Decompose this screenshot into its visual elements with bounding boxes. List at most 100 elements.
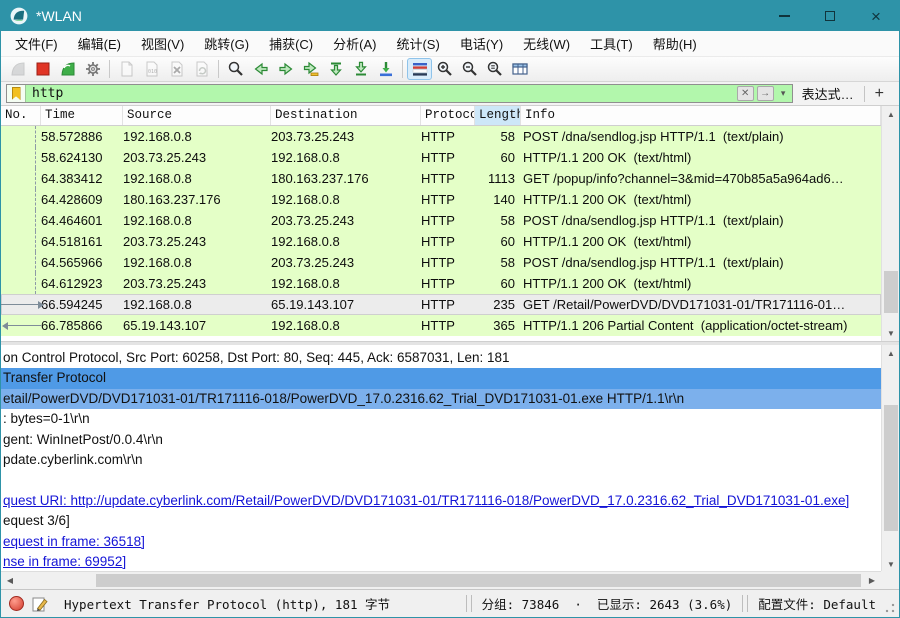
open-file-icon[interactable] — [114, 58, 139, 80]
detail-hscrollbar[interactable]: ◀ ▶ — [1, 571, 881, 589]
go-back-icon[interactable] — [248, 58, 273, 80]
detail-line-1[interactable]: on Control Protocol, Src Port: 60258, Ds… — [1, 348, 881, 368]
filter-clear-icon[interactable]: ✕ — [736, 86, 754, 101]
filter-value[interactable]: http — [32, 86, 737, 101]
close-button[interactable]: × — [853, 1, 899, 31]
packet-row-8[interactable]: 64.612923 203.73.25.243 192.168.0.8 HTTP… — [1, 273, 881, 294]
scrollbar-thumb[interactable] — [884, 271, 898, 313]
packet-list-header: No. Time Source Destination Protocol Len… — [1, 106, 881, 126]
stop-capture-icon[interactable] — [30, 58, 55, 80]
scroll-right-icon[interactable]: ▶ — [863, 572, 881, 589]
col-source[interactable]: Source — [123, 106, 271, 125]
detail-line-2[interactable]: Transfer Protocol — [1, 368, 881, 389]
display-filter-input[interactable]: http ✕ → ▾ — [6, 84, 793, 103]
expression-button[interactable]: 表达式… — [802, 84, 854, 103]
filter-apply-icon[interactable]: → — [756, 86, 774, 101]
packet-row-2[interactable]: 58.624130 203.73.25.243 192.168.0.8 HTTP… — [1, 147, 881, 168]
restart-capture-icon[interactable] — [55, 58, 80, 80]
go-forward-icon[interactable] — [273, 58, 298, 80]
main-toolbar: 010 — [1, 57, 899, 82]
col-length[interactable]: Length — [475, 106, 521, 125]
title-bar: *WLAN × — [1, 1, 899, 31]
go-to-packet-icon[interactable] — [298, 58, 323, 80]
menu-item-11[interactable]: 帮助(H) — [643, 30, 707, 57]
save-file-icon[interactable]: 010 — [139, 58, 164, 80]
detail-scrollbar[interactable]: ▲ ▼ — [881, 345, 899, 573]
scroll-up-icon[interactable]: ▲ — [882, 106, 899, 123]
menu-item-9[interactable]: 无线(W) — [513, 30, 580, 57]
reload-file-icon[interactable] — [189, 58, 214, 80]
detail-link-line-10[interactable]: equest in frame: 36518] — [1, 532, 881, 552]
scrollbar-corner — [881, 571, 899, 589]
row-marker — [1, 252, 41, 273]
zoom-reset-icon[interactable] — [482, 58, 507, 80]
detail-line-7[interactable] — [1, 470, 881, 490]
packet-list-scrollbar[interactable]: ▲ ▼ — [881, 106, 899, 342]
packet-row-10[interactable]: 66.785866 65.19.143.107 192.168.0.8 HTTP… — [1, 315, 881, 336]
detail-line-9[interactable]: equest 3/6] — [1, 511, 881, 531]
detail-line-5[interactable]: gent: WinInetPost/0.0.4\r\n — [1, 430, 881, 450]
detail-line-3[interactable]: etail/PowerDVD/DVD171031-01/TR171116-018… — [1, 388, 881, 410]
detail-line-6[interactable]: pdate.cyberlink.com\r\n — [1, 450, 881, 470]
row-marker — [1, 231, 41, 252]
packet-row-5[interactable]: 64.464601 192.168.0.8 203.73.25.243 HTTP… — [1, 210, 881, 231]
auto-scroll-icon[interactable] — [373, 58, 398, 80]
scroll-left-icon[interactable]: ◀ — [1, 572, 19, 589]
col-destination[interactable]: Destination — [271, 106, 421, 125]
packet-row-7[interactable]: 64.565966 192.168.0.8 203.73.25.243 HTTP… — [1, 252, 881, 273]
menu-item-5[interactable]: 捕获(C) — [259, 30, 323, 57]
wireshark-logo-icon — [10, 7, 28, 25]
scroll-up-icon[interactable]: ▲ — [882, 345, 899, 362]
scroll-down-icon[interactable]: ▼ — [882, 325, 899, 342]
detail-link-line-11[interactable]: nse in frame: 69952] — [1, 552, 881, 572]
row-marker — [1, 147, 41, 168]
menu-item-3[interactable]: 视图(V) — [131, 30, 194, 57]
row-marker — [1, 126, 41, 147]
expert-info-icon[interactable] — [9, 596, 24, 611]
start-capture-icon[interactable] — [5, 58, 30, 80]
scrollbar-thumb[interactable] — [884, 405, 898, 531]
packet-row-3[interactable]: 64.383412 192.168.0.8 180.163.237.176 HT… — [1, 168, 881, 189]
col-no[interactable]: No. — [1, 106, 41, 125]
row-marker — [1, 294, 44, 315]
packet-row-1[interactable]: 58.572886 192.168.0.8 203.73.25.243 HTTP… — [1, 126, 881, 147]
close-file-icon[interactable] — [164, 58, 189, 80]
zoom-out-icon[interactable] — [457, 58, 482, 80]
menu-item-6[interactable]: 分析(A) — [323, 30, 386, 57]
filter-add-button[interactable]: + — [865, 85, 894, 103]
detail-link-line-8[interactable]: quest URI: http://update.cyberlink.com/R… — [1, 491, 881, 511]
detail-line-4[interactable]: : bytes=0-1\r\n — [1, 409, 881, 429]
menu-item-10[interactable]: 工具(T) — [580, 30, 643, 57]
menu-item-8[interactable]: 电话(Y) — [450, 30, 513, 57]
maximize-button[interactable] — [807, 1, 853, 31]
packet-detail-pane: on Control Protocol, Src Port: 60258, Ds… — [1, 345, 881, 573]
row-marker — [1, 315, 41, 336]
menu-item-2[interactable]: 编辑(E) — [68, 30, 131, 57]
menu-item-4[interactable]: 跳转(G) — [194, 30, 259, 57]
status-selected-field: Hypertext Transfer Protocol (http), 181 … — [64, 597, 391, 612]
menu-item-1[interactable]: 文件(F) — [5, 30, 68, 57]
row-marker — [1, 168, 41, 189]
capture-options-icon[interactable] — [80, 58, 105, 80]
resize-columns-icon[interactable] — [507, 58, 532, 80]
colorize-packets-icon[interactable] — [407, 58, 432, 80]
minimize-button[interactable] — [761, 1, 807, 31]
go-first-icon[interactable] — [323, 58, 348, 80]
filter-bookmark-icon[interactable] — [7, 85, 26, 102]
capture-comment-icon[interactable] — [32, 596, 48, 612]
status-profile[interactable]: 配置文件: Default — [750, 594, 884, 613]
resize-grip[interactable] — [884, 601, 896, 614]
col-protocol[interactable]: Protocol — [421, 106, 475, 125]
menu-item-7[interactable]: 统计(S) — [386, 30, 449, 57]
status-bar: Hypertext Transfer Protocol (http), 181 … — [1, 589, 899, 617]
packet-row-6[interactable]: 64.518161 203.73.25.243 192.168.0.8 HTTP… — [1, 231, 881, 252]
zoom-in-icon[interactable] — [432, 58, 457, 80]
col-time[interactable]: Time — [41, 106, 123, 125]
filter-dropdown-icon[interactable]: ▾ — [777, 86, 790, 101]
packet-row-4[interactable]: 64.428609 180.163.237.176 192.168.0.8 HT… — [1, 189, 881, 210]
go-last-icon[interactable] — [348, 58, 373, 80]
scrollbar-thumb[interactable] — [96, 574, 861, 587]
packet-row-9[interactable]: 66.594245 192.168.0.8 65.19.143.107 HTTP… — [1, 294, 881, 315]
col-info[interactable]: Info — [521, 106, 881, 125]
find-packet-icon[interactable] — [223, 58, 248, 80]
